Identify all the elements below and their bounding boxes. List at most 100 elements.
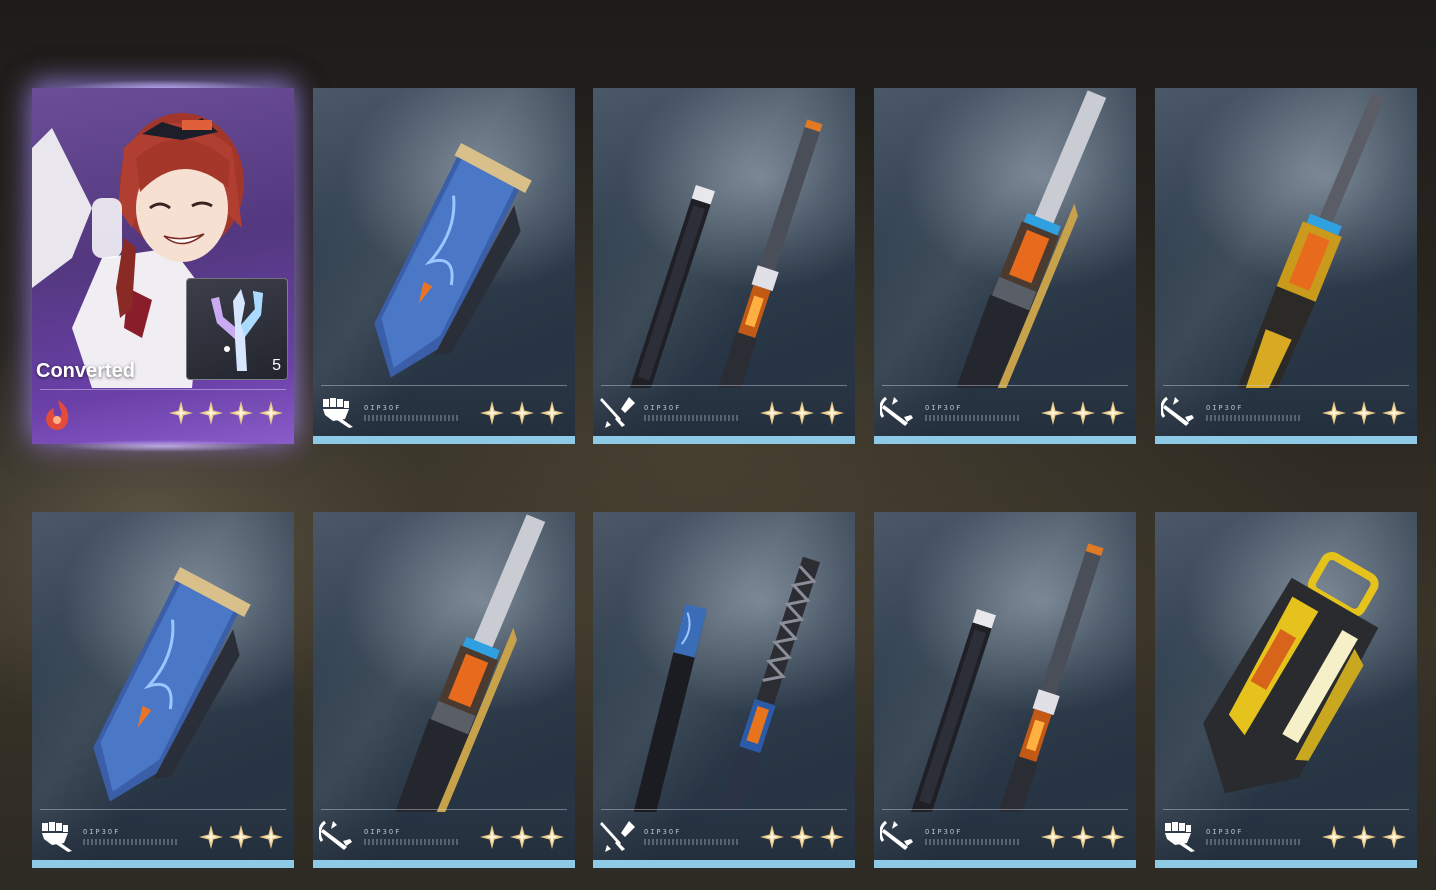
dual-blades-blue-art (631, 556, 821, 812)
weapon-card[interactable]: OIP3OF (32, 512, 294, 868)
dual-blades-art (626, 119, 823, 388)
rarity-bar (313, 860, 575, 868)
star-icon (539, 824, 565, 850)
card-code: OIP3OF (644, 828, 682, 836)
card-code: OIP3OF (925, 828, 963, 836)
featured-glow-bottom (24, 434, 302, 458)
card-code: OIP3OF (364, 828, 402, 836)
rarity-stars (759, 824, 845, 850)
broadsword-type-icon (880, 395, 918, 429)
star-icon (539, 400, 565, 426)
broadsword-type-icon (880, 819, 918, 853)
card-microtext (1206, 415, 1301, 421)
star-icon (1040, 400, 1066, 426)
star-icon (479, 400, 505, 426)
weapon-card[interactable]: OIP3OF (1155, 512, 1417, 868)
item-count: 5 (272, 357, 281, 374)
star-icon (509, 824, 535, 850)
card-microtext (364, 839, 459, 845)
weapon-card[interactable]: OIP3OF (313, 512, 575, 868)
card-microtext (925, 839, 1020, 845)
star-icon (228, 400, 254, 426)
gauntlet-type-icon (319, 395, 357, 429)
weapon-card[interactable]: OIP3OF (593, 512, 855, 868)
star-icon (1381, 824, 1407, 850)
weapon-card[interactable]: OIP3OF (1155, 88, 1417, 444)
rarity-bar (593, 436, 855, 444)
gold-broadsword-art (1232, 91, 1386, 388)
card-microtext (364, 415, 459, 421)
rarity-bar (1155, 860, 1417, 868)
card-divider (40, 389, 286, 390)
star-icon (789, 824, 815, 850)
star-icon (819, 400, 845, 426)
rarity-stars (1321, 400, 1407, 426)
star-icon (1321, 400, 1347, 426)
rarity-stars (168, 400, 284, 426)
weapon-card[interactable]: OIP3OF (874, 88, 1136, 444)
rarity-bar (593, 860, 855, 868)
star-icon (759, 400, 785, 426)
star-icon (228, 824, 254, 850)
card-code: OIP3OF (644, 404, 682, 412)
conversion-item-box: 5 (186, 278, 288, 380)
card-code: OIP3OF (925, 404, 963, 412)
gauntlet-type-icon (38, 819, 76, 853)
converted-label: Converted (36, 360, 135, 382)
star-icon (1351, 400, 1377, 426)
dual-blades-art (907, 543, 1104, 812)
card-code: OIP3OF (364, 404, 402, 412)
star-icon (1100, 400, 1126, 426)
rarity-bar (32, 860, 294, 868)
card-microtext (644, 415, 739, 421)
broadsword-art (951, 90, 1107, 388)
card-microtext (644, 839, 739, 845)
star-icon (1381, 400, 1407, 426)
gauntlet-type-icon (1161, 819, 1199, 853)
card-microtext (925, 415, 1020, 421)
broadsword-art (390, 514, 546, 812)
weapon-card[interactable]: OIP3OF (593, 88, 855, 444)
star-icon (1040, 824, 1066, 850)
dual-blades-type-icon (599, 395, 637, 429)
rarity-stars (759, 400, 845, 426)
card-code: OIP3OF (1206, 828, 1244, 836)
star-icon (1321, 824, 1347, 850)
rarity-stars (1040, 400, 1126, 426)
star-icon (509, 400, 535, 426)
rarity-bar (874, 436, 1136, 444)
star-icon (258, 824, 284, 850)
star-icon (789, 400, 815, 426)
weapon-card[interactable]: OIP3OF (874, 512, 1136, 868)
rarity-bar (874, 860, 1136, 868)
star-icon (1070, 400, 1096, 426)
rarity-stars (1040, 824, 1126, 850)
featured-character-card[interactable]: 5 Converted (32, 88, 294, 444)
star-icon (819, 824, 845, 850)
star-icon (1100, 824, 1126, 850)
star-icon (258, 400, 284, 426)
rarity-stars (1321, 824, 1407, 850)
dual-blades-type-icon (599, 819, 637, 853)
blue-gauntlet-art (93, 567, 251, 802)
rarity-stars (479, 400, 565, 426)
rarity-bar (313, 436, 575, 444)
card-code: OIP3OF (83, 828, 121, 836)
star-icon (1070, 824, 1096, 850)
card-microtext (1206, 839, 1301, 845)
star-icon (479, 824, 505, 850)
rarity-bar (1155, 436, 1417, 444)
star-icon (759, 824, 785, 850)
card-microtext (83, 839, 178, 845)
star-icon (198, 824, 224, 850)
broadsword-type-icon (319, 819, 357, 853)
rarity-stars (198, 824, 284, 850)
fire-element-icon (46, 400, 69, 430)
gold-gauntlet-art (1203, 552, 1379, 794)
star-icon (168, 400, 194, 426)
weapon-card[interactable]: OIP3OF (313, 88, 575, 444)
broadsword-type-icon (1161, 395, 1199, 429)
blue-gauntlet-art (374, 143, 532, 378)
star-icon (198, 400, 224, 426)
star-icon (1351, 824, 1377, 850)
